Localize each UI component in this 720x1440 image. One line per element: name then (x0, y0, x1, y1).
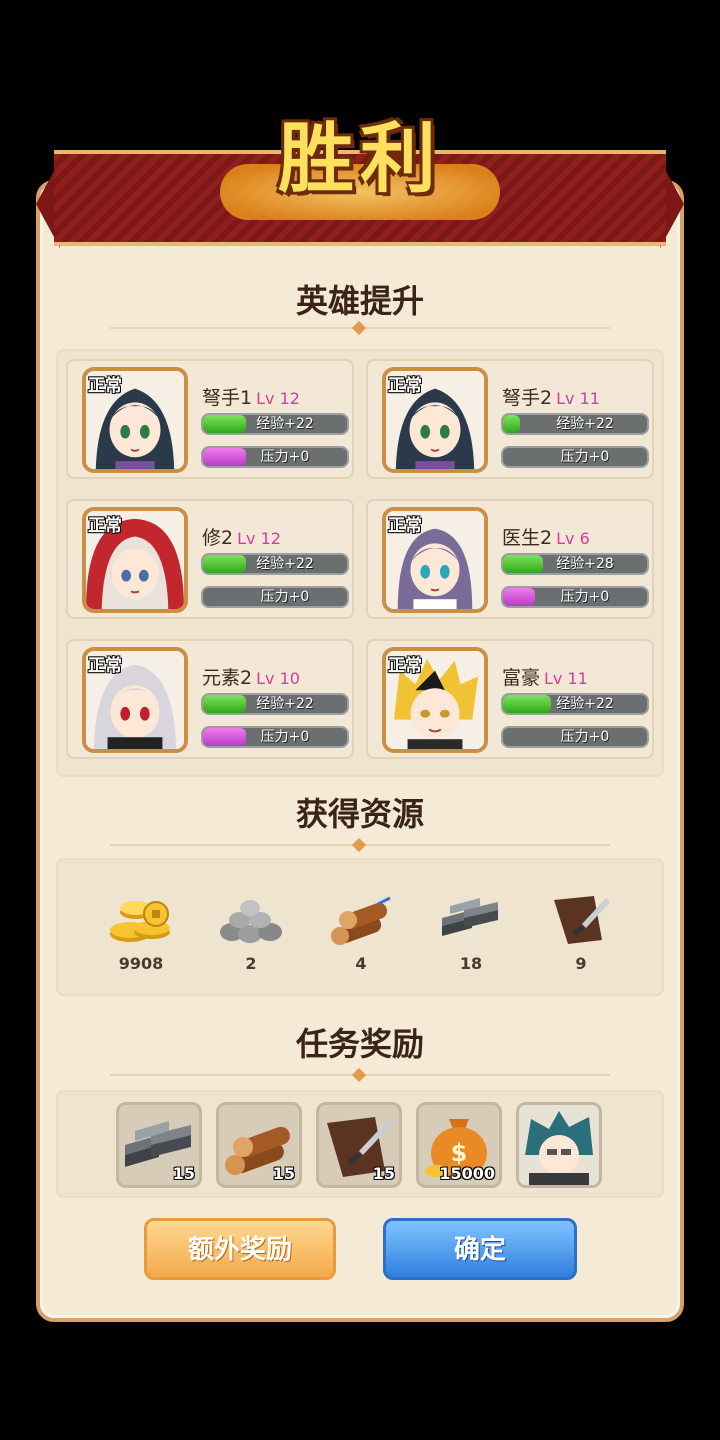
gold-coins-icon (110, 901, 170, 942)
reward-count: 15000 (439, 1164, 495, 1183)
resource-count: 9908 (118, 954, 164, 973)
hero-portrait-icon: 正常 (82, 507, 188, 613)
stress-bar-label: 压力+0 (260, 449, 310, 465)
iron-ingot-icon (442, 898, 498, 936)
exp-bar-label: 经验+22 (556, 696, 614, 712)
resource-item[interactable]: 9 (536, 888, 626, 973)
resource-count: 4 (355, 954, 367, 973)
hero-card[interactable]: 正常 医生2 Lv 6 经验+28 压力+0 (366, 499, 654, 619)
reward-item[interactable] (516, 1102, 602, 1188)
exp-bar-label: 经验+28 (556, 556, 614, 572)
section-title-hero: 英雄提升 (295, 282, 424, 320)
hero-portrait-icon: 正常 (382, 507, 488, 613)
victory-banner: 胜利 (220, 104, 500, 224)
hero-status: 正常 (388, 376, 422, 396)
hero-name-line: 弩手2 Lv 11 (502, 383, 600, 410)
exp-bar-label: 经验+22 (256, 556, 314, 572)
victory-title: 胜利 (278, 114, 442, 203)
exp-bar: 经验+22 (201, 413, 349, 435)
stress-bar-label: 压力+0 (260, 589, 310, 605)
hero-name-line: 富豪 Lv 11 (502, 663, 588, 690)
hero-level: Lv 11 (556, 389, 600, 408)
hero-portrait-icon: 正常 (82, 367, 188, 473)
resource-item[interactable]: 4 (316, 888, 406, 973)
hero-name: 富豪 (502, 667, 541, 689)
reward-list: 15 15 15 $ 15000 (56, 1090, 664, 1198)
reward-count: 15 (272, 1164, 295, 1183)
hero-card[interactable]: 正常 富豪 Lv 11 经验+22 压力+0 (366, 639, 654, 759)
hero-name-line: 弩手1 Lv 12 (202, 383, 300, 410)
stone-pile-icon (220, 900, 282, 943)
hero-name: 弩手1 (202, 387, 253, 409)
resource-item[interactable]: 2 (206, 888, 296, 973)
stress-bar: 压力+0 (501, 446, 649, 468)
hero-level: Lv 11 (544, 669, 588, 688)
confirm-button[interactable]: 确定 (383, 1218, 577, 1280)
reward-item[interactable]: 15 (316, 1102, 402, 1188)
leather-knife-icon (554, 896, 610, 944)
exp-bar: 经验+28 (501, 553, 649, 575)
exp-bar-label: 经验+22 (556, 416, 614, 432)
hero-level: Lv 12 (256, 389, 300, 408)
hero-name: 弩手2 (502, 387, 553, 409)
stress-bar: 压力+0 (501, 726, 649, 748)
hero-name-line: 医生2 Lv 6 (502, 523, 590, 550)
hero-status: 正常 (88, 376, 122, 396)
hero-name: 元素2 (202, 667, 253, 689)
hero-portrait-icon: 正常 (82, 647, 188, 753)
stress-bar-label: 压力+0 (560, 729, 610, 745)
reward-count: 15 (372, 1164, 395, 1183)
svg-text:$: $ (451, 1139, 468, 1167)
hero-portrait-icon: 正常 (382, 367, 488, 473)
hero-name-line: 元素2 Lv 10 (202, 663, 300, 690)
extra-reward-button[interactable]: 额外奖励 (144, 1218, 336, 1280)
stress-bar-label: 压力+0 (560, 449, 610, 465)
resource-list: 9908 2 4 18 9 (56, 858, 664, 996)
hero-list: 正常 弩手1 Lv 12 经验+22 压力+0 正常 弩手2 Lv 11 经验+22… (56, 349, 664, 777)
hero-level: Lv 6 (556, 529, 590, 548)
stress-bar-label: 压力+0 (260, 729, 310, 745)
hero-name-line: 修2 Lv 12 (202, 523, 281, 550)
reward-item[interactable]: $ 15000 (416, 1102, 502, 1188)
hero-card[interactable]: 正常 修2 Lv 12 经验+22 压力+0 (66, 499, 354, 619)
resource-count: 9 (575, 954, 587, 973)
hero-status: 正常 (88, 516, 122, 536)
hero-name: 修2 (202, 527, 234, 549)
resource-item[interactable]: 9908 (96, 888, 186, 973)
exp-bar: 经验+22 (201, 553, 349, 575)
hero-card[interactable]: 正常 弩手1 Lv 12 经验+22 压力+0 (66, 359, 354, 479)
hero-card[interactable]: 正常 元素2 Lv 10 经验+22 压力+0 (66, 639, 354, 759)
hero-card[interactable]: 正常 弩手2 Lv 11 经验+22 压力+0 (366, 359, 654, 479)
hero-level: Lv 12 (237, 529, 281, 548)
hero-portrait-icon: 正常 (382, 647, 488, 753)
reward-count: 15 (172, 1164, 195, 1183)
exp-bar: 经验+22 (501, 693, 649, 715)
exp-bar-label: 经验+22 (256, 696, 314, 712)
stress-bar: 压力+0 (201, 586, 349, 608)
resource-item[interactable]: 18 (426, 888, 516, 973)
hero-name: 医生2 (502, 527, 553, 549)
section-title-resources: 获得资源 (295, 795, 424, 833)
exp-bar: 经验+22 (501, 413, 649, 435)
reward-item[interactable]: 15 (216, 1102, 302, 1188)
hero-level: Lv 10 (256, 669, 300, 688)
exp-bar-label: 经验+22 (256, 416, 314, 432)
resource-count: 18 (459, 954, 483, 973)
resource-count: 2 (245, 954, 257, 973)
hero-status: 正常 (388, 516, 422, 536)
stress-bar: 压力+0 (501, 586, 649, 608)
wood-logs-icon (331, 896, 391, 945)
hero-status: 正常 (388, 656, 422, 676)
section-title-tasks: 任务奖励 (295, 1025, 424, 1063)
hero-portrait-icon (519, 1105, 599, 1185)
stress-bar: 压力+0 (201, 726, 349, 748)
hero-status: 正常 (88, 656, 122, 676)
exp-bar: 经验+22 (201, 693, 349, 715)
stress-bar: 压力+0 (201, 446, 349, 468)
stress-bar-label: 压力+0 (560, 589, 610, 605)
reward-item[interactable]: 15 (116, 1102, 202, 1188)
